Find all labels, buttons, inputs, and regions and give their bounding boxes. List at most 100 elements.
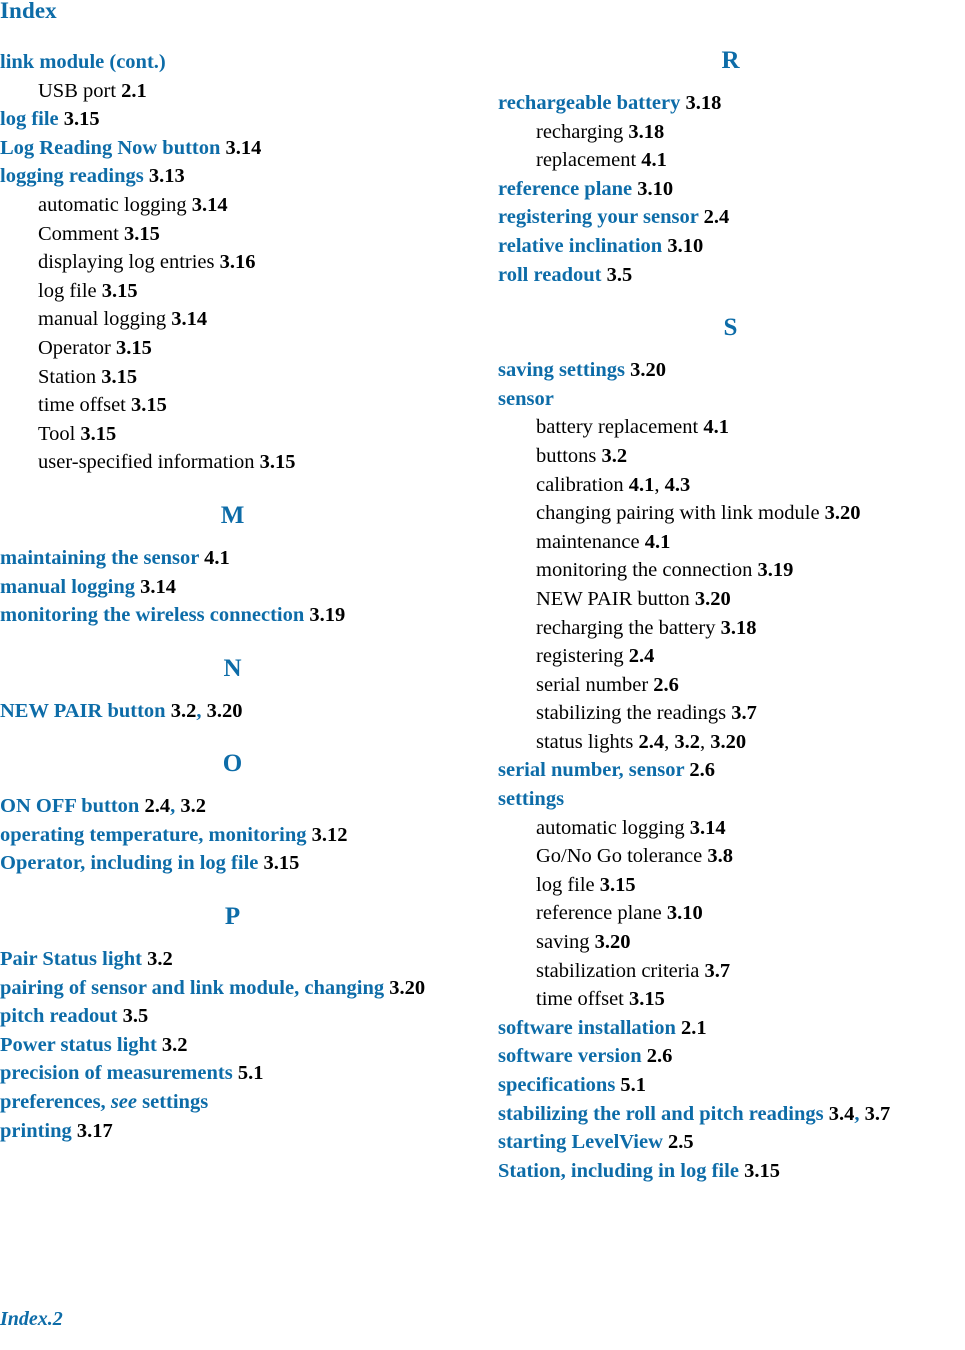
index-entry[interactable]: starting LevelView 2.5 — [498, 1128, 963, 1157]
index-subentry[interactable]: Tool 3.15 — [0, 420, 465, 449]
index-subentry[interactable]: serial number 2.6 — [498, 671, 963, 700]
page-separator: , — [170, 795, 181, 818]
index-subentry[interactable]: Operator 3.15 — [0, 334, 465, 363]
index-subentry[interactable]: replacement 4.1 — [498, 146, 963, 175]
index-entry[interactable]: reference plane 3.10 — [498, 175, 963, 204]
index-subentry[interactable]: reference plane 3.10 — [498, 899, 963, 928]
index-entry[interactable]: Power status light 3.2 — [0, 1031, 465, 1060]
page-number: 3.20 — [824, 502, 861, 525]
index-entry[interactable]: stabilizing the roll and pitch readings … — [498, 1100, 963, 1129]
index-subentry[interactable]: USB port 2.1 — [0, 77, 465, 106]
index-subentry[interactable]: stabilization criteria 3.7 — [498, 957, 963, 986]
page-number: 2.6 — [653, 673, 679, 696]
index-entry[interactable]: software version 2.6 — [498, 1042, 963, 1071]
index-entry[interactable]: operating temperature, monitoring 3.12 — [0, 821, 465, 850]
index-entry[interactable]: registering your sensor 2.4 — [498, 203, 963, 232]
index-subentry[interactable]: Station 3.15 — [0, 363, 465, 392]
index-subentry-label: USB port — [38, 79, 117, 102]
index-subentry[interactable]: displaying log entries 3.16 — [0, 248, 465, 277]
index-subentry[interactable]: user-specified information 3.15 — [0, 448, 465, 477]
index-subentry[interactable]: saving 3.20 — [498, 928, 963, 957]
index-entry[interactable]: Log Reading Now button 3.14 — [0, 134, 465, 163]
page-number: 3.2 — [180, 795, 206, 818]
page-number: 3.20 — [594, 931, 631, 954]
index-entry[interactable]: monitoring the wireless connection 3.19 — [0, 601, 465, 630]
index-entry[interactable]: relative inclination 3.10 — [498, 232, 963, 261]
index-subentry[interactable]: stabilizing the readings 3.7 — [498, 699, 963, 728]
index-entry[interactable]: pitch readout 3.5 — [0, 1002, 465, 1031]
index-entry[interactable]: manual logging 3.14 — [0, 573, 465, 602]
index-entry-label: serial number, sensor — [498, 759, 685, 782]
see-target: settings — [142, 1091, 209, 1114]
index-entry-label: Operator, including in log file — [0, 852, 259, 875]
page-number: 2.4 — [144, 795, 171, 818]
page-separator: , — [654, 473, 665, 496]
index-subentry[interactable]: changing pairing with link module 3.20 — [498, 499, 963, 528]
index-entry[interactable]: roll readout 3.5 — [498, 261, 963, 290]
index-entry[interactable]: log file 3.15 — [0, 105, 465, 134]
index-entry[interactable]: preferences, see settings — [0, 1088, 465, 1117]
index-subentry[interactable]: battery replacement 4.1 — [498, 413, 963, 442]
index-entry[interactable]: NEW PAIR button 3.2, 3.20 — [0, 697, 465, 726]
index-subentry[interactable]: calibration 4.1, 4.3 — [498, 471, 963, 500]
page-separator: , — [196, 699, 207, 722]
index-entry[interactable]: logging readings 3.13 — [0, 162, 465, 191]
index-entry[interactable]: Pair Status light 3.2 — [0, 945, 465, 974]
page-number: 3.12 — [311, 823, 348, 846]
index-entry[interactable]: ON OFF button 2.4, 3.2 — [0, 792, 465, 821]
page-number: 4.1 — [628, 473, 655, 496]
index-entry[interactable]: sensor — [498, 385, 963, 414]
page-number: 2.6 — [689, 759, 715, 782]
page-number: 3.19 — [309, 604, 346, 627]
index-entry[interactable]: rechargeable battery 3.18 — [498, 89, 963, 118]
index-entry[interactable]: software installation 2.1 — [498, 1014, 963, 1043]
index-subentry[interactable]: log file 3.15 — [498, 871, 963, 900]
index-entry[interactable]: maintaining the sensor 4.1 — [0, 544, 465, 573]
index-entry-label: sensor — [498, 387, 554, 410]
page-number: 5.1 — [620, 1074, 647, 1096]
index-entry[interactable]: serial number, sensor 2.6 — [498, 756, 963, 785]
index-subentry-label: monitoring the connection — [536, 559, 753, 582]
index-subentry[interactable]: time offset 3.15 — [0, 391, 465, 420]
index-entry-label: NEW PAIR button — [0, 699, 166, 722]
page-number: 3.19 — [757, 559, 794, 582]
section-letter-n: N — [223, 654, 242, 682]
index-entry[interactable]: precision of measurements 5.1 — [0, 1059, 465, 1088]
index-subentry[interactable]: Go/No Go tolerance 3.8 — [498, 842, 963, 871]
index-entry[interactable]: specifications 5.1 — [498, 1071, 963, 1100]
index-subentry[interactable]: status lights 2.4, 3.2, 3.20 — [498, 728, 963, 757]
index-subentry[interactable]: monitoring the connection 3.19 — [498, 556, 963, 585]
index-entry[interactable]: settings — [498, 785, 963, 814]
page-number: 3.15 — [599, 873, 636, 896]
index-entry[interactable]: Station, including in log file 3.15 — [498, 1157, 963, 1186]
index-entry[interactable]: Operator, including in log file 3.15 — [0, 849, 465, 878]
index-entry-label: preferences, — [0, 1091, 106, 1114]
index-subentry[interactable]: Comment 3.15 — [0, 220, 465, 249]
page-number: 3.18 — [685, 92, 722, 114]
index-subentry[interactable]: automatic logging 3.14 — [498, 814, 963, 843]
page-number: 3.15 — [101, 365, 138, 388]
index-subentry[interactable]: time offset 3.15 — [498, 985, 963, 1014]
index-subentry[interactable]: buttons 3.2 — [498, 442, 963, 471]
index-subentry-label: manual logging — [38, 308, 167, 331]
index-subentry[interactable]: recharging 3.18 — [498, 118, 963, 147]
index-subentry[interactable]: recharging the battery 3.18 — [498, 614, 963, 643]
index-entry[interactable]: pairing of sensor and link module, chang… — [0, 974, 465, 1003]
index-subentry-label: automatic logging — [38, 193, 187, 216]
index-subentry[interactable]: NEW PAIR button 3.20 — [498, 585, 963, 614]
index-subentry[interactable]: maintenance 4.1 — [498, 528, 963, 557]
page-number: 4.1 — [703, 416, 729, 439]
index-subentry-label: status lights — [536, 730, 634, 753]
page-number: 2.4 — [628, 645, 655, 668]
page-number: 3.15 — [131, 394, 167, 417]
page-title: Index — [0, 0, 57, 23]
section-letter-o: O — [222, 750, 243, 778]
index-entry[interactable]: printing 3.17 — [0, 1117, 465, 1146]
index-entry-label: link module (cont.) — [0, 51, 166, 73]
index-entry[interactable]: saving settings 3.20 — [498, 356, 963, 385]
index-subentry[interactable]: automatic logging 3.14 — [0, 191, 465, 220]
index-entry[interactable]: link module (cont.) — [0, 48, 465, 77]
index-subentry[interactable]: log file 3.15 — [0, 277, 465, 306]
index-subentry[interactable]: registering 2.4 — [498, 642, 963, 671]
index-subentry[interactable]: manual logging 3.14 — [0, 305, 465, 334]
